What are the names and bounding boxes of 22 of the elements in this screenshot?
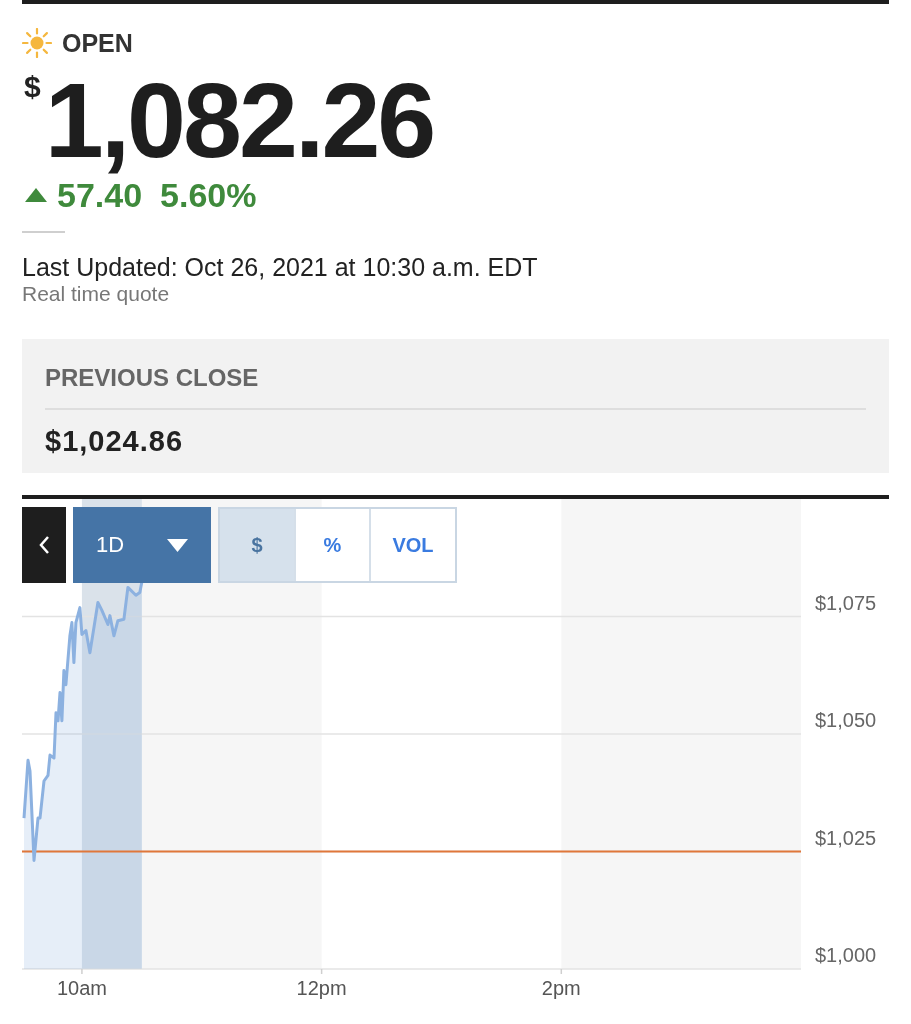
price-change: 57.40 — [57, 175, 143, 215]
currency-symbol: $ — [24, 72, 41, 102]
range-dropdown[interactable]: 1D — [73, 507, 211, 583]
x-axis-label: 12pm — [296, 977, 347, 1000]
caret-icon — [167, 538, 188, 552]
y-axis-label: $1,050 — [815, 709, 877, 732]
panel-label: PREVIOUS CLOSE — [45, 364, 259, 392]
y-axis-label: $1,025 — [815, 826, 877, 849]
previous-button[interactable] — [22, 507, 66, 583]
y-axis-label: $1,075 — [815, 591, 877, 614]
x-axis-label: 2pm — [541, 977, 581, 1000]
x-axis-label: 10am — [56, 977, 107, 1000]
market-status: OPEN — [62, 28, 133, 58]
percent-change: 5.60% — [160, 175, 257, 215]
previous-close-value: $1,024.86 — [45, 425, 183, 457]
mode-tab[interactable]: $ — [220, 509, 294, 581]
chevron-left-icon — [38, 535, 50, 555]
sun-icon — [22, 28, 52, 58]
y-axis-label: $1,000 — [815, 944, 877, 967]
last-updated-text: Last Updated: Oct 26, 2021 at 10:30 a.m. EDT — [22, 252, 538, 282]
price-value: 1,082.26 — [44, 67, 434, 173]
quote-note: Real time quote — [22, 282, 170, 306]
